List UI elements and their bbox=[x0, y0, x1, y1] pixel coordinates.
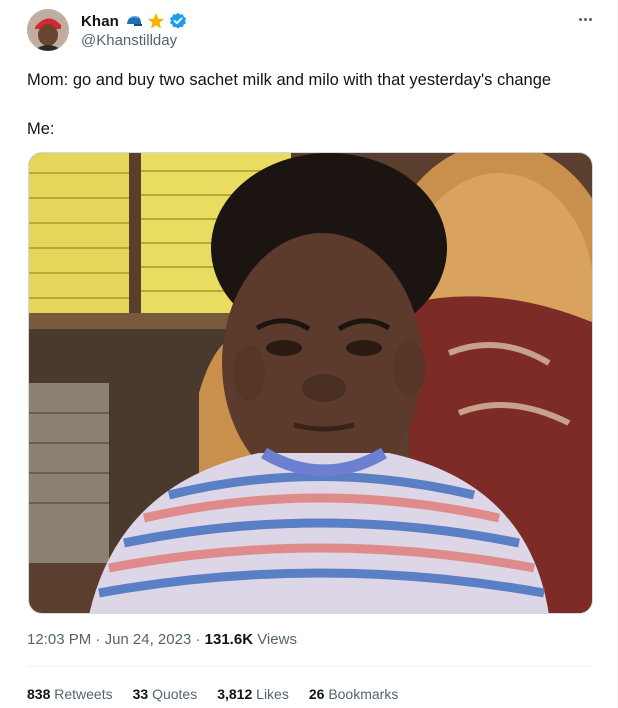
retweets-label: Retweets bbox=[54, 686, 113, 702]
cap-icon bbox=[125, 12, 143, 30]
tweet-date[interactable]: Jun 24, 2023 bbox=[105, 631, 192, 648]
verified-icon bbox=[169, 12, 187, 30]
tweet-text-line-2: Me: bbox=[27, 120, 55, 138]
author-name-row: Khan bbox=[81, 11, 187, 31]
tweet-card: Khan @Khanstillday Mom: go and buy two s… bbox=[0, 0, 618, 708]
star-icon bbox=[147, 12, 165, 30]
meta-separator: · bbox=[195, 631, 201, 648]
more-options-button[interactable] bbox=[574, 10, 596, 28]
views-label: Views bbox=[257, 631, 297, 648]
quotes-label: Quotes bbox=[152, 686, 198, 702]
likes-stat[interactable]: 3,812 Likes bbox=[217, 686, 289, 702]
tweet-time[interactable]: 12:03 PM bbox=[27, 631, 91, 648]
quotes-stat[interactable]: 33 Quotes bbox=[133, 686, 198, 702]
avatar[interactable] bbox=[27, 9, 69, 51]
retweets-stat[interactable]: 838 Retweets bbox=[27, 686, 113, 702]
meta-separator: · bbox=[95, 631, 101, 648]
tweet-text-line-1: Mom: go and buy two sachet milk and milo… bbox=[27, 71, 552, 89]
author-handle[interactable]: @Khanstillday bbox=[81, 32, 177, 49]
retweets-count: 838 bbox=[27, 686, 51, 702]
bookmarks-count: 26 bbox=[308, 686, 325, 702]
bookmarks-label: Bookmarks bbox=[328, 686, 399, 702]
tweet-media-image[interactable] bbox=[28, 152, 593, 614]
tweet-timestamp[interactable]: 12:03 PM · Jun 24, 2023 · 131.6K Views bbox=[27, 631, 297, 648]
divider bbox=[27, 666, 593, 667]
author-display-name[interactable]: Khan bbox=[81, 13, 119, 30]
more-dot-icon bbox=[583, 17, 587, 21]
tweet-stats: 838 Retweets 33 Quotes 3,812 Likes 26 Bo… bbox=[27, 686, 418, 702]
quotes-count: 33 bbox=[132, 686, 149, 702]
likes-count: 3,812 bbox=[217, 686, 253, 702]
more-dot-icon bbox=[588, 17, 592, 21]
likes-label: Likes bbox=[256, 686, 289, 702]
views-count: 131.6K bbox=[204, 631, 254, 648]
more-dot-icon bbox=[578, 17, 582, 21]
bookmarks-stat[interactable]: 26 Bookmarks bbox=[309, 686, 399, 702]
